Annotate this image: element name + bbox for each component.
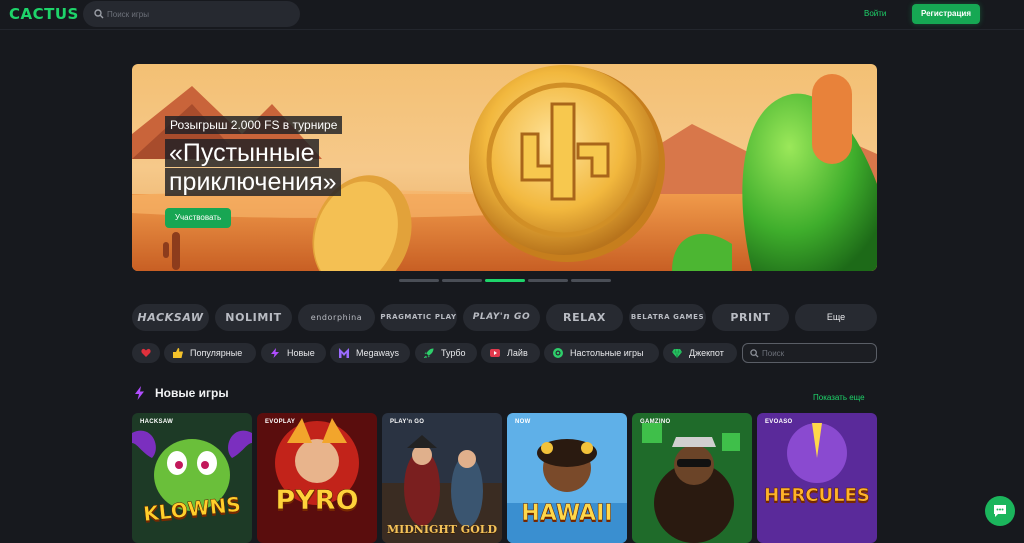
chip-icon [553,348,563,358]
game-title: PYRO [275,485,359,517]
slider-dot-1[interactable] [399,279,439,282]
slider-dot-2[interactable] [442,279,482,282]
participate-button[interactable]: Участвовать [165,208,231,228]
game-provider-label: HACKSAW [140,419,174,425]
rocket-icon [424,348,434,358]
provider-endorphina-logo: endorphina [310,313,363,322]
diamond-icon [672,348,682,358]
game-search-input[interactable] [107,4,287,24]
register-button[interactable]: Регистрация [912,4,980,24]
category-live-label: Лайв [507,348,528,358]
category-table-games-label: Настольные игры [570,348,644,358]
game-provider-label: PLAY'n GO [390,419,425,425]
provider-pragmatic-logo: PRAGMATIC PLAY [380,313,457,321]
show-more-link[interactable]: Показать еще [813,393,865,402]
game-provider-label: EVOPLAY [265,419,296,425]
category-popular[interactable]: Популярные [164,343,256,363]
slider-dot-3[interactable] [485,279,525,282]
provider-print-logo: PRINT [730,311,771,324]
new-games-title: Новые игры [155,386,229,400]
category-favorites[interactable] [132,343,160,363]
provider-endorphina[interactable]: endorphina [298,304,375,331]
game-provider-label: GAMZINO [640,419,671,425]
thumbs-up-icon [173,348,183,358]
banner-subtitle: Розыгрыш 2.000 FS в турнире [165,116,343,134]
game-art-hercules [757,413,877,543]
logo[interactable]: CACTUS [9,5,79,23]
category-megaways[interactable]: Megaways [330,343,410,363]
megaways-icon [339,348,349,358]
search-icon [750,349,759,358]
category-jackpot[interactable]: Джекпот [663,343,737,363]
banner-title-line2: приключения» [165,168,341,196]
provider-hacksaw[interactable]: HACKSAW [132,304,209,331]
provider-playngo-logo: PLAY'n GO [472,312,531,322]
chat-button[interactable] [985,496,1015,526]
game-provider-label: NOW [515,419,531,425]
category-search-input[interactable] [762,346,872,361]
category-megaways-label: Megaways [356,348,400,358]
game-art-gamzino [632,413,752,543]
provider-playngo[interactable]: PLAY'n GO [463,304,540,331]
chat-icon [994,505,1006,517]
game-title: HERCULES [764,485,870,507]
provider-relax[interactable]: RELAX [546,304,623,331]
category-search[interactable] [742,343,877,363]
lightning-icon [135,386,144,400]
game-card-hawaii[interactable]: NOW HAWAII [507,413,627,543]
game-title: HAWAII [521,501,613,527]
provider-belatra-logo: BELATRA GAMES [630,313,705,321]
provider-pragmatic[interactable]: PRAGMATIC PLAY [380,304,457,331]
category-popular-label: Популярные [190,348,243,358]
live-icon [490,349,500,357]
provider-nolimit[interactable]: NOLIMIT [215,304,292,331]
game-art-pyro [257,413,377,543]
login-link[interactable]: Войти [864,9,886,18]
game-card-midnight-gold[interactable]: PLAY'n GO MIDNIGHT GOLD [382,413,502,543]
search-icon [94,9,104,19]
provider-belatra[interactable]: BELATRA GAMES [629,304,706,331]
provider-hacksaw-logo: HACKSAW [137,311,204,324]
game-search[interactable] [83,1,300,27]
game-card-klowns[interactable]: HACKSAW KLOWNS [132,413,252,543]
category-table-games[interactable]: Настольные игры [544,343,659,363]
category-turbo[interactable]: Турбо [415,343,477,363]
providers-more-button[interactable]: Еще [795,304,877,331]
slider-dot-5[interactable] [571,279,611,282]
game-provider-label: EVOASO [765,419,793,425]
provider-print[interactable]: PRINT [712,304,789,331]
top-bar: CACTUS Войти Регистрация [0,0,1024,30]
game-title: MIDNIGHT GOLD [386,523,498,536]
category-turbo-label: Турбо [441,348,466,358]
slider-dot-4[interactable] [528,279,568,282]
game-card-gamzino[interactable]: GAMZINO [632,413,752,543]
game-card-pyro[interactable]: EVOPLAY PYRO [257,413,377,543]
category-live[interactable]: Лайв [481,343,540,363]
heart-icon [141,348,151,357]
banner-title-line1: «Пустынные [165,139,319,167]
provider-relax-logo: RELAX [563,311,606,324]
providers-more-label: Еще [826,312,846,322]
category-new[interactable]: Новые [261,343,326,363]
lightning-icon [271,348,279,358]
category-jackpot-label: Джекпот [689,348,724,358]
category-new-label: Новые [287,348,315,358]
game-card-hercules[interactable]: EVOASO HERCULES [757,413,877,543]
provider-nolimit-logo: NOLIMIT [225,311,282,324]
